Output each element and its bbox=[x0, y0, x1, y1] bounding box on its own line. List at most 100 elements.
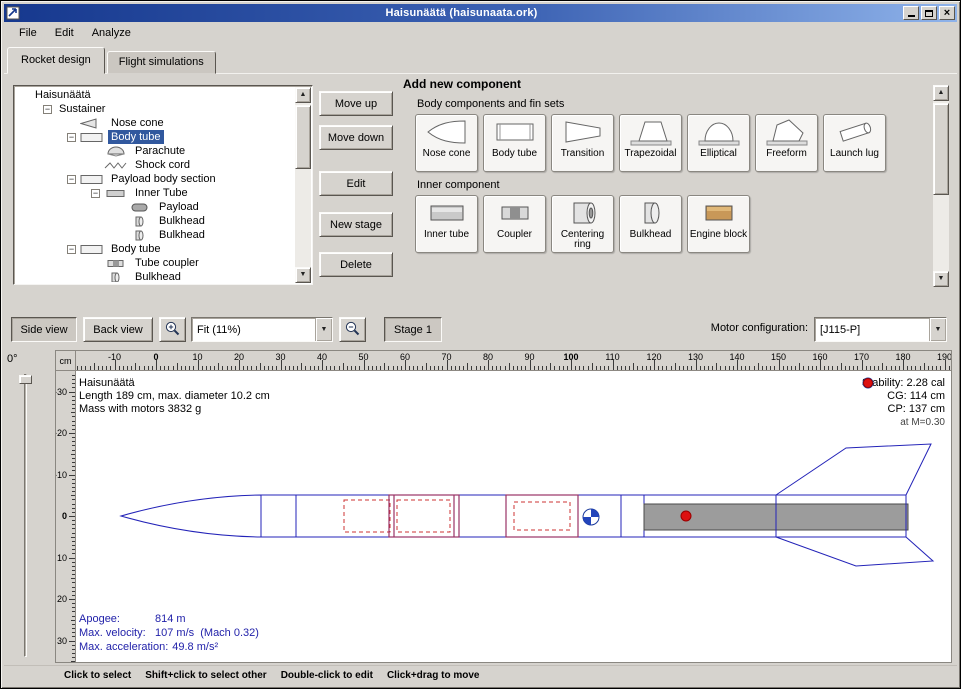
tree-item-body-tube[interactable]: −Body tube bbox=[17, 242, 294, 256]
rocket-fin-upper[interactable] bbox=[776, 444, 931, 495]
tab-flight-simulations[interactable]: Flight simulations bbox=[107, 51, 216, 74]
menu-analyze[interactable]: Analyze bbox=[83, 24, 140, 42]
scroll-down-icon[interactable]: ▼ bbox=[933, 271, 949, 287]
ruler-tick bbox=[700, 366, 701, 370]
tree-expander[interactable]: − bbox=[43, 105, 52, 114]
tree-item-sustainer[interactable]: −Sustainer bbox=[17, 102, 294, 116]
zoom-select[interactable]: Fit (11%) ▼ bbox=[191, 317, 333, 342]
tree-expander[interactable]: − bbox=[67, 133, 76, 142]
tree-item-bulkhead[interactable]: Bulkhead bbox=[17, 270, 294, 282]
delete-button[interactable]: Delete bbox=[319, 252, 393, 277]
ruler-tick bbox=[119, 366, 120, 370]
ruler-tick bbox=[72, 645, 75, 646]
tree-scrollbar-thumb[interactable] bbox=[295, 105, 311, 169]
ruler-tick bbox=[666, 366, 667, 370]
rocket-canvas[interactable]: Haisunäätä Length 189 cm, max. diameter … bbox=[76, 371, 951, 662]
scroll-up-icon[interactable]: ▲ bbox=[933, 85, 949, 101]
close-button[interactable]: × bbox=[939, 6, 955, 20]
slider-handle[interactable] bbox=[19, 375, 32, 384]
ruler-tick bbox=[384, 363, 385, 370]
tree-item-label: Sustainer bbox=[56, 102, 108, 116]
ruler-tick bbox=[795, 366, 796, 370]
bulkhead-icon bbox=[629, 198, 673, 228]
ruler-tick bbox=[330, 366, 331, 370]
ruler-tick bbox=[608, 366, 609, 370]
add-freeform-button[interactable]: Freeform bbox=[755, 114, 818, 172]
zoom-out-button[interactable] bbox=[339, 317, 366, 342]
tree-item-parachute[interactable]: Parachute bbox=[17, 144, 294, 158]
tree-item-haisun-t[interactable]: Haisunäätä bbox=[17, 88, 294, 102]
palette-button-label: Engine block bbox=[690, 230, 747, 240]
ruler-tick bbox=[442, 366, 443, 370]
ruler-label: 60 bbox=[400, 352, 410, 362]
palette-scrollbar[interactable]: ▲ ▼ bbox=[933, 85, 949, 287]
add-body-tube-button[interactable]: Body tube bbox=[483, 114, 546, 172]
add-transition-button[interactable]: Transition bbox=[551, 114, 614, 172]
rocket-payload-section[interactable] bbox=[506, 495, 578, 537]
edit-button[interactable]: Edit bbox=[319, 171, 393, 196]
ruler-tick bbox=[683, 366, 684, 370]
move-up-button[interactable]: Move up bbox=[319, 91, 393, 116]
back-view-button[interactable]: Back view bbox=[83, 317, 153, 342]
ruler-tick bbox=[662, 366, 663, 370]
tree-expander[interactable]: − bbox=[67, 175, 76, 184]
tree-item-tube-coupler[interactable]: Tube coupler bbox=[17, 256, 294, 270]
add-bulkhead-button[interactable]: Bulkhead bbox=[619, 195, 682, 253]
ruler-tick bbox=[305, 366, 306, 370]
ruler-tick bbox=[260, 363, 261, 370]
ruler-tick bbox=[71, 661, 75, 662]
tree-item-payload-body-section[interactable]: −Payload body section bbox=[17, 172, 294, 186]
tab-rocket-design[interactable]: Rocket design bbox=[7, 47, 105, 74]
add-launch-lug-button[interactable]: Launch lug bbox=[823, 114, 886, 172]
rocket-body-tube-1[interactable] bbox=[261, 495, 506, 537]
new-stage-button[interactable]: New stage bbox=[319, 212, 393, 237]
tree-item-bulkhead[interactable]: Bulkhead bbox=[17, 228, 294, 242]
tree-item-bulkhead[interactable]: Bulkhead bbox=[17, 214, 294, 228]
scroll-down-icon[interactable]: ▼ bbox=[295, 267, 311, 283]
ruler-tick bbox=[463, 366, 464, 370]
tree-item-body-tube[interactable]: −Body tube bbox=[17, 130, 294, 144]
ruler-tick bbox=[72, 520, 75, 521]
component-tree: Haisunäätä−SustainerNose cone−Body tubeP… bbox=[17, 88, 294, 282]
scroll-up-icon[interactable]: ▲ bbox=[295, 87, 311, 103]
mach-note: at M=0.30 bbox=[862, 416, 945, 429]
menubar: FileEditAnalyze bbox=[4, 22, 957, 44]
add-inner-tube-button[interactable]: Inner tube bbox=[415, 195, 478, 253]
bodytube-icon bbox=[493, 117, 537, 147]
minimize-button[interactable] bbox=[903, 6, 919, 20]
move-down-button[interactable]: Move down bbox=[319, 125, 393, 150]
ruler-tick bbox=[72, 508, 75, 509]
add-elliptical-button[interactable]: Elliptical bbox=[687, 114, 750, 172]
side-view-button[interactable]: Side view bbox=[11, 317, 77, 342]
add-nose-cone-button[interactable]: Nose cone bbox=[415, 114, 478, 172]
stage-1-toggle[interactable]: Stage 1 bbox=[384, 317, 442, 342]
tree-item-nose-cone[interactable]: Nose cone bbox=[17, 116, 294, 130]
zoom-in-button[interactable] bbox=[159, 317, 186, 342]
palette-scrollbar-thumb[interactable] bbox=[933, 103, 949, 195]
ruler-tick bbox=[604, 366, 605, 370]
menu-edit[interactable]: Edit bbox=[46, 24, 83, 42]
add-trapezoidal-button[interactable]: Trapezoidal bbox=[619, 114, 682, 172]
chevron-down-icon[interactable]: ▼ bbox=[929, 318, 946, 341]
ruler-tick bbox=[72, 416, 75, 417]
tree-item-shock-cord[interactable]: Shock cord bbox=[17, 158, 294, 172]
ruler-tick bbox=[231, 366, 232, 370]
chevron-down-icon[interactable]: ▼ bbox=[315, 318, 332, 341]
ruler-label: 20 bbox=[234, 352, 244, 362]
rocket-name: Haisunäätä bbox=[79, 377, 270, 390]
rocket-fin-lower[interactable] bbox=[776, 537, 933, 566]
menu-file[interactable]: File bbox=[10, 24, 46, 42]
tree-item-inner-tube[interactable]: −Inner Tube bbox=[17, 186, 294, 200]
rotation-slider[interactable] bbox=[21, 374, 30, 657]
tree-scrollbar[interactable]: ▲ ▼ bbox=[295, 87, 311, 283]
maximize-button[interactable] bbox=[921, 6, 937, 20]
add-coupler-button[interactable]: Coupler bbox=[483, 195, 546, 253]
add-engine-block-button[interactable]: Engine block bbox=[687, 195, 750, 253]
ruler-tick bbox=[583, 366, 584, 370]
tree-expander[interactable]: − bbox=[67, 245, 76, 254]
add-centering-ring-button[interactable]: Centering ring bbox=[551, 195, 614, 253]
tree-expander[interactable]: − bbox=[91, 189, 100, 198]
tree-item-payload[interactable]: Payload bbox=[17, 200, 294, 214]
motor-configuration-select[interactable]: [J115-P] ▼ bbox=[814, 317, 947, 342]
rocket-nose-cone[interactable] bbox=[121, 495, 261, 537]
